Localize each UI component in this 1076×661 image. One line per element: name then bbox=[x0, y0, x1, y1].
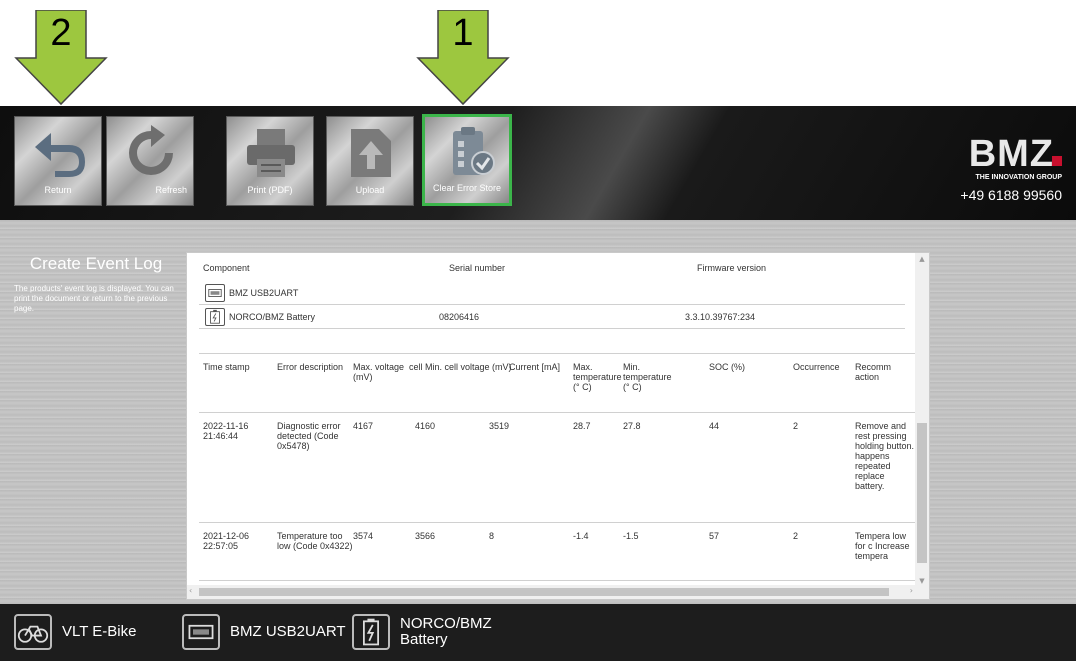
refresh-icon bbox=[121, 125, 181, 181]
battery-icon bbox=[352, 614, 390, 650]
upload-label: Upload bbox=[355, 185, 385, 195]
component-name: NORCO/BMZ Battery bbox=[229, 312, 316, 322]
toolbar: Return Refresh Print (PDF) Upload Clear … bbox=[0, 106, 1076, 220]
annotation-number: 2 bbox=[50, 12, 72, 54]
cell-occurrence: 2 bbox=[793, 531, 799, 541]
scroll-left-icon[interactable]: ‹ bbox=[189, 586, 192, 595]
firmware-header: Firmware version bbox=[697, 263, 767, 273]
bottombar-label: VLT E-Bike bbox=[62, 623, 137, 640]
cell-max-voltage: 4167 bbox=[353, 421, 374, 431]
main-area: Create Event Log The products' event log… bbox=[0, 220, 1076, 604]
col-min-temp: Min. temperature (° C) bbox=[623, 362, 672, 392]
event-table-header: Time stamp Error description Max. voltag… bbox=[199, 353, 915, 413]
cell-min-temp: 27.8 bbox=[623, 421, 641, 431]
print-pdf-label: Print (PDF) bbox=[247, 185, 293, 195]
cell-max-voltage: 3574 bbox=[353, 531, 374, 541]
cell-soc: 57 bbox=[709, 531, 720, 541]
brand: BMZ THE INNOVATION GROUP +49 6188 99560 bbox=[960, 133, 1062, 203]
cell-action: Remove and rest pressing holding button.… bbox=[855, 421, 915, 491]
annotation-number: 1 bbox=[452, 12, 474, 54]
refresh-label: Refresh bbox=[155, 185, 187, 195]
serial-header: Serial number bbox=[449, 263, 506, 273]
usb-uart-icon bbox=[182, 614, 220, 650]
cell-occurrence: 2 bbox=[793, 421, 799, 431]
clear-error-store-button[interactable]: Clear Error Store bbox=[422, 114, 512, 206]
cell-max-temp: 28.7 bbox=[573, 421, 591, 431]
return-button[interactable]: Return bbox=[14, 116, 102, 206]
bottombar-item-usb2uart[interactable]: BMZ USB2UART bbox=[182, 614, 346, 650]
vertical-scroll-thumb[interactable] bbox=[917, 423, 927, 563]
scroll-up-icon[interactable]: ▲ bbox=[915, 255, 929, 263]
event-log-content: Component Serial number Firmware version… bbox=[187, 253, 915, 587]
clear-error-store-label: Clear Error Store bbox=[432, 183, 502, 193]
col-current: Current [mA] bbox=[509, 362, 561, 372]
col-action: Recomm action bbox=[855, 362, 892, 382]
bike-icon bbox=[14, 614, 52, 650]
event-log-panel[interactable]: Component Serial number Firmware version… bbox=[186, 252, 930, 600]
bottombar-label: BMZ USB2UART bbox=[230, 623, 346, 640]
annotation-arrow-1: 1 bbox=[416, 10, 510, 106]
cell-timestamp: 2021-12-06 22:57:05 bbox=[203, 531, 250, 551]
horizontal-scrollbar[interactable]: ‹ › bbox=[187, 585, 917, 599]
upload-button[interactable]: Upload bbox=[326, 116, 414, 206]
printer-icon bbox=[241, 125, 301, 181]
annotation-arrow-2: 2 bbox=[14, 10, 108, 106]
component-row: NORCO/BMZ Battery 08206416 3.3.10.39767:… bbox=[199, 305, 905, 329]
cell-min-temp: -1.5 bbox=[623, 531, 639, 541]
bottom-bar: VLT E-Bike BMZ USB2UART NORCO/BMZ Batter… bbox=[0, 604, 1076, 661]
phone-number: +49 6188 99560 bbox=[960, 187, 1062, 203]
col-max-voltage: Max. voltage (mV) bbox=[353, 362, 405, 382]
component-header: Component bbox=[203, 263, 250, 273]
bottombar-label: NORCO/BMZ Battery bbox=[400, 615, 492, 648]
bottombar-item-battery[interactable]: NORCO/BMZ Battery bbox=[352, 614, 500, 650]
component-name: BMZ USB2UART bbox=[229, 288, 299, 298]
col-max-temp: Max. temperature (° C) bbox=[573, 362, 622, 392]
col-timestamp: Time stamp bbox=[203, 362, 250, 372]
table-row: 2022-11-16 21:46:44 Diagnostic error det… bbox=[199, 413, 915, 523]
logo-accent bbox=[1052, 156, 1062, 166]
component-row: BMZ USB2UART bbox=[199, 281, 905, 305]
logo-text: BMZ bbox=[968, 133, 1054, 175]
scroll-down-icon[interactable]: ▼ bbox=[915, 577, 929, 585]
bmz-logo: BMZ bbox=[960, 133, 1062, 175]
return-label: Return bbox=[44, 185, 72, 195]
page-description: The products' event log is displayed. Yo… bbox=[14, 284, 174, 313]
usb-uart-icon bbox=[205, 284, 225, 302]
upload-icon bbox=[341, 125, 401, 181]
vertical-scrollbar[interactable]: ▲ ▼ bbox=[915, 253, 929, 599]
sidebar: Create Event Log The products' event log… bbox=[14, 254, 178, 314]
scroll-right-icon[interactable]: › bbox=[910, 586, 913, 595]
refresh-button[interactable]: Refresh bbox=[106, 116, 194, 206]
component-table-header: Component Serial number Firmware version bbox=[203, 263, 915, 277]
page-title: Create Event Log bbox=[29, 254, 163, 273]
clipboard-check-icon bbox=[439, 125, 499, 181]
col-occurrence: Occurrence bbox=[793, 362, 840, 372]
cell-error: Temperature too low (Code 0x4322) bbox=[277, 531, 353, 551]
component-firmware: 3.3.10.39767:234 bbox=[685, 312, 756, 322]
cell-action: Tempera low for c Increase tempera bbox=[855, 531, 910, 561]
print-pdf-button[interactable]: Print (PDF) bbox=[226, 116, 314, 206]
battery-icon bbox=[205, 308, 225, 326]
cell-current: 8 bbox=[489, 531, 495, 541]
cell-min-voltage: 3566 bbox=[415, 531, 436, 541]
cell-current: 3519 bbox=[489, 421, 510, 431]
cell-timestamp: 2022-11-16 21:46:44 bbox=[203, 421, 249, 441]
event-table: Time stamp Error description Max. voltag… bbox=[199, 353, 915, 581]
brand-tagline: THE INNOVATION GROUP bbox=[975, 174, 1062, 181]
cell-soc: 44 bbox=[709, 421, 720, 431]
col-soc: SOC (%) bbox=[709, 362, 745, 372]
component-serial: 08206416 bbox=[439, 312, 480, 322]
col-error: Error description bbox=[277, 362, 344, 372]
horizontal-scroll-thumb[interactable] bbox=[199, 588, 889, 596]
cell-error: Diagnostic error detected (Code 0x5478) bbox=[277, 421, 341, 451]
return-icon bbox=[29, 125, 89, 181]
cell-max-temp: -1.4 bbox=[573, 531, 589, 541]
bottombar-item-vlt-ebike[interactable]: VLT E-Bike bbox=[14, 614, 136, 650]
table-row: 2021-12-06 22:57:05 Temperature too low … bbox=[199, 523, 915, 581]
cell-min-voltage: 4160 bbox=[415, 421, 436, 431]
